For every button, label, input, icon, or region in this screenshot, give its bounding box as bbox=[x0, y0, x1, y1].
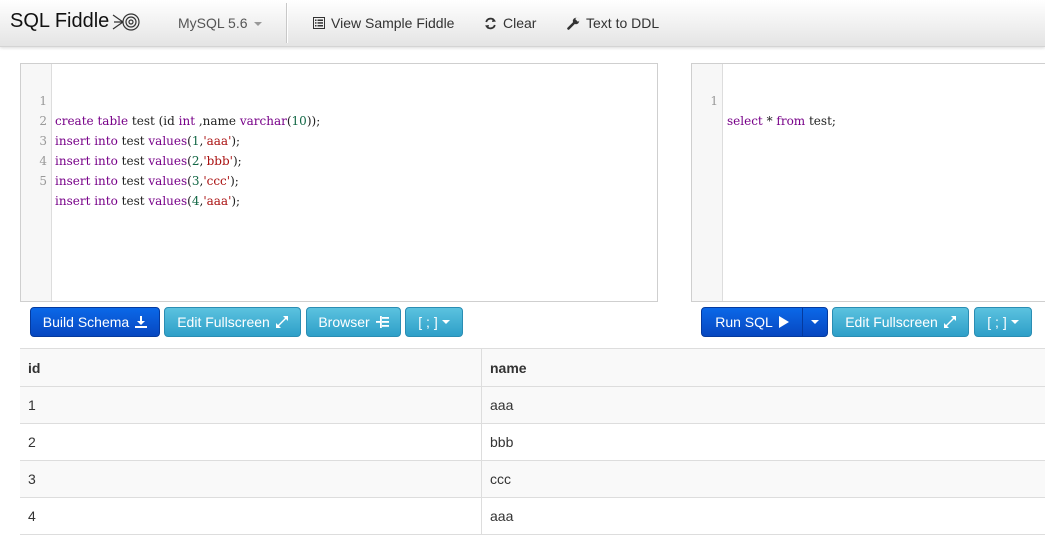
fullscreen-icon bbox=[943, 316, 956, 328]
table-cell: 2 bbox=[20, 423, 482, 461]
results-table: id name 1 aaa 2 bbb 3 ccc 4 aaa bbox=[20, 348, 1045, 535]
schema-terminator-label: [ ; ] bbox=[418, 314, 438, 330]
table-cell: aaa bbox=[481, 497, 1045, 535]
text-to-ddl-label: Text to DDL bbox=[586, 15, 660, 31]
code-line: 3 insert into test values(2,'bbb'); bbox=[21, 111, 657, 168]
table-row: 2 bbb bbox=[20, 423, 1045, 461]
database-selector[interactable]: MySQL 5.6 bbox=[178, 15, 262, 31]
nautilus-shell-icon bbox=[112, 12, 140, 31]
run-sql-button[interactable]: Run SQL bbox=[701, 307, 803, 337]
query-editor-lines: 1 select * from test; bbox=[692, 71, 1045, 128]
table-cell: aaa bbox=[481, 386, 1045, 424]
play-icon bbox=[778, 316, 789, 328]
code-text: insert into test values(3,'ccc'); bbox=[55, 174, 239, 188]
list-icon bbox=[313, 17, 325, 29]
clear-link[interactable]: Clear bbox=[484, 15, 536, 31]
browser-label: Browser bbox=[318, 314, 370, 330]
table-cell: 3 bbox=[20, 460, 482, 498]
brand-name: SQL Fiddle bbox=[10, 10, 110, 32]
database-version: MySQL 5.6 bbox=[178, 15, 248, 31]
view-sample-fiddle-link[interactable]: View Sample Fiddle bbox=[313, 15, 454, 31]
code-line: 5 insert into test values(4,'aaa'); bbox=[21, 151, 657, 208]
schema-edit-fullscreen-button[interactable]: Edit Fullscreen bbox=[164, 307, 301, 337]
download-icon bbox=[135, 316, 148, 328]
navbar-divider bbox=[286, 3, 287, 43]
table-row: 4 aaa bbox=[20, 497, 1045, 535]
browser-button[interactable]: Browser bbox=[306, 307, 401, 337]
run-sql-options-button[interactable] bbox=[802, 307, 828, 337]
table-header-row: id name bbox=[20, 348, 1045, 387]
code-line: 4 insert into test values(3,'ccc'); bbox=[21, 131, 657, 188]
schema-edit-fullscreen-label: Edit Fullscreen bbox=[177, 314, 270, 330]
query-edit-fullscreen-button[interactable]: Edit Fullscreen bbox=[832, 307, 969, 337]
table-cell: 4 bbox=[20, 497, 482, 535]
chevron-down-icon bbox=[253, 22, 262, 27]
build-schema-button[interactable]: Build Schema bbox=[30, 307, 160, 337]
chevron-down-icon bbox=[1010, 320, 1019, 324]
view-sample-fiddle-label: View Sample Fiddle bbox=[331, 15, 455, 31]
chevron-down-icon bbox=[441, 320, 450, 324]
code-line: 2 insert into test values(1,'aaa'); bbox=[21, 91, 657, 148]
table-cell: bbb bbox=[481, 423, 1045, 461]
build-schema-label: Build Schema bbox=[42, 314, 130, 330]
table-cell: 1 bbox=[20, 386, 482, 424]
fullscreen-icon bbox=[275, 316, 288, 328]
table-row: 3 ccc bbox=[20, 460, 1045, 498]
clear-label: Clear bbox=[503, 15, 537, 31]
column-header-id[interactable]: id bbox=[20, 348, 482, 387]
schema-editor-lines: 1 create table test (id int ,name varcha… bbox=[21, 71, 657, 208]
wrench-icon bbox=[567, 16, 580, 30]
run-sql-label: Run SQL bbox=[715, 314, 773, 330]
query-editor[interactable]: 1 select * from test; bbox=[691, 63, 1045, 302]
table-cell: ccc bbox=[481, 460, 1045, 498]
query-edit-fullscreen-label: Edit Fullscreen bbox=[845, 314, 938, 330]
code-text: insert into test values(4,'aaa'); bbox=[55, 194, 241, 208]
code-line: 1 select * from test; bbox=[692, 71, 1045, 128]
schema-editor[interactable]: 1 create table test (id int ,name varcha… bbox=[20, 63, 658, 302]
navbar: SQL Fiddle MySQL 5.6 View Sample Fiddle bbox=[0, 0, 1045, 47]
table-row: 1 aaa bbox=[20, 386, 1045, 424]
code-text: select * from test; bbox=[727, 114, 836, 128]
tree-icon bbox=[375, 316, 389, 328]
brand-logo[interactable]: SQL Fiddle bbox=[10, 10, 145, 33]
column-header-name[interactable]: name bbox=[481, 348, 1045, 387]
query-terminator-dropdown[interactable]: [ ; ] bbox=[974, 307, 1032, 337]
schema-terminator-dropdown[interactable]: [ ; ] bbox=[405, 307, 463, 337]
line-number: 5 bbox=[39, 174, 47, 188]
code-line: 1 create table test (id int ,name varcha… bbox=[21, 71, 657, 128]
refresh-icon bbox=[485, 17, 496, 29]
text-to-ddl-link[interactable]: Text to DDL bbox=[567, 15, 659, 31]
line-number: 1 bbox=[710, 94, 718, 108]
chevron-down-icon bbox=[811, 320, 819, 324]
query-terminator-label: [ ; ] bbox=[987, 314, 1007, 330]
